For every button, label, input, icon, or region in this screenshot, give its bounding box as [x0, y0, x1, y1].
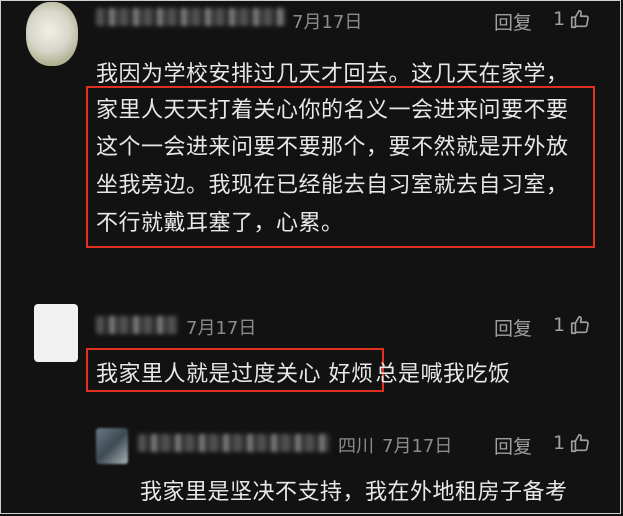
like-button[interactable]: 1	[553, 432, 591, 454]
like-button[interactable]: 1	[553, 314, 591, 336]
comment-line: 我因为学校安排过几天才回去。这几天在家学，	[96, 62, 569, 87]
like-count: 1	[553, 432, 566, 454]
comment-date: 7月17日	[382, 436, 453, 457]
comment-date: 7月17日	[292, 12, 363, 33]
comment-date: 7月17日	[186, 318, 257, 339]
comment-line: 这个一会进来问要不要那个，要不然就是开外放	[96, 135, 569, 160]
username-blurred[interactable]	[96, 316, 178, 334]
avatar-blurred[interactable]	[34, 304, 78, 362]
like-count: 1	[553, 314, 566, 336]
like-count: 1	[553, 8, 566, 30]
avatar-blurred[interactable]	[26, 2, 78, 66]
comment-text: 我家里人就是过度关心 好烦总是喊我吃饭	[96, 356, 511, 388]
reply-button[interactable]: 回复	[494, 314, 532, 341]
username-blurred[interactable]	[138, 434, 330, 452]
thumbs-up-icon	[571, 9, 590, 29]
thumbs-up-icon	[571, 315, 590, 335]
like-button[interactable]: 1	[553, 8, 591, 30]
comment-text-highlighted: 我家里人就是过度关心 好烦	[96, 362, 374, 387]
comment-location: 四川	[338, 436, 374, 457]
avatar-blurred[interactable]	[96, 428, 128, 464]
reply-button[interactable]: 回复	[494, 8, 532, 35]
username-blurred[interactable]	[96, 8, 286, 26]
comment-line: 家里人天天打着关心你的名义一会进来问要不要	[96, 98, 569, 123]
comment-text: 我家里是坚决不支持，我在外地租房子备考	[140, 480, 568, 505]
comment-line: 不行就戴耳塞了，心累。	[96, 211, 344, 236]
thumbs-up-icon	[571, 433, 590, 453]
comment-line: 坐我旁边。我现在已经能去自习室就去自习室，	[96, 173, 569, 198]
reply-button[interactable]: 回复	[494, 432, 532, 459]
comment-text-rest: 总是喊我吃饭	[375, 362, 511, 387]
